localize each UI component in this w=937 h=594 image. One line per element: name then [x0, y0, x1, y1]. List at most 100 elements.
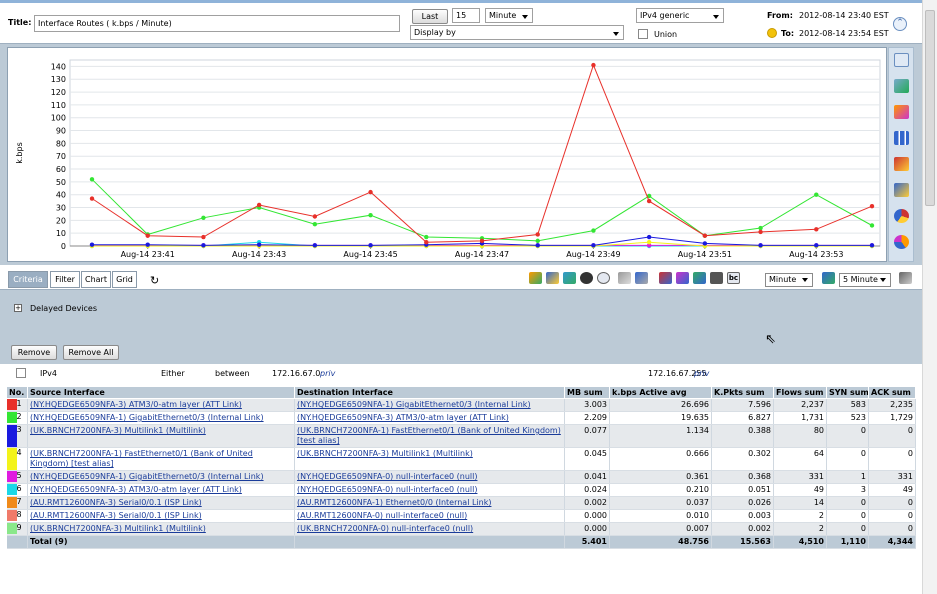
col-header-kpkts-sum[interactable]: K.Pkts sum: [711, 386, 774, 399]
col-header-source[interactable]: Source Interface: [27, 386, 295, 399]
filter-row: IPv4 Either between 172.16.67.0 priv 172…: [0, 364, 922, 383]
destination-interface-link[interactable]: (AU.RMT12600NFA-1) Ethernet0/0 (Internal…: [297, 498, 491, 507]
syn-sum-cell: 1: [826, 470, 869, 484]
ip-version-select[interactable]: IPv4 generic: [636, 8, 724, 23]
tab-filter[interactable]: Filter: [50, 271, 80, 288]
remove-button[interactable]: Remove: [11, 345, 57, 360]
mb-sum-cell: 0.041: [564, 470, 610, 484]
options-icon[interactable]: [899, 272, 912, 284]
destination-interface-link[interactable]: (UK.BRNCH7200NFA-1) FastEthernet0/1 (Ban…: [297, 426, 561, 445]
last-button[interactable]: Last: [412, 9, 448, 24]
destination-interface-link[interactable]: (NY.HQEDGE6509NFA-1) GigabitEthernet0/3 …: [297, 400, 531, 409]
tab-toolbar: Criteria Filter Chart Grid ↻ bc Minute 5…: [0, 265, 922, 290]
3d-pie-chart-icon[interactable]: [894, 235, 909, 249]
table-row[interactable]: 5 (NY.HQEDGE6509NFA-1) GigabitEthernet0/3…: [6, 470, 916, 484]
row-number-cell: 6: [6, 483, 28, 497]
filter-checkbox[interactable]: [16, 368, 26, 378]
remove-all-button[interactable]: Remove All: [63, 345, 119, 360]
tab-chart[interactable]: Chart: [81, 271, 111, 288]
chevron-down-icon: [522, 15, 528, 19]
table-row[interactable]: 9 (UK.BRNCH7200NFA-3) Multilink1 (Multili…: [6, 522, 916, 536]
destination-interface-link[interactable]: (NY.HQEDGE6509NFA-0) null-interface0 (nu…: [297, 485, 477, 494]
col-header-mb-sum[interactable]: MB sum: [564, 386, 610, 399]
table-row[interactable]: 1 (NY.HQEDGE6509NFA-3) ATM3/0-atm layer (…: [6, 398, 916, 412]
display-by-select[interactable]: Display by: [410, 25, 624, 40]
destination-interface-link[interactable]: (AU.RMT12600NFA-0) null-interface0 (null…: [297, 511, 467, 520]
filter-icon[interactable]: [635, 272, 648, 284]
source-interface-cell: (UK.BRNCH7200NFA-3) Multilink1 (Multilin…: [27, 424, 295, 448]
title-input[interactable]: Interface Routes ( k.bps / Minute): [34, 15, 400, 32]
source-interface-link[interactable]: (UK.BRNCH7200NFA-1) FastEthernet0/1 (Ban…: [30, 449, 253, 468]
table-row[interactable]: 4 (UK.BRNCH7200NFA-1) FastEthernet0/1 (Ba…: [6, 447, 916, 471]
col-header-syn-sum[interactable]: SYN sum: [826, 386, 869, 399]
x-tick-label: Aug-14 23:53: [789, 250, 843, 259]
text-format-icon[interactable]: bc: [727, 272, 740, 284]
source-interface-link[interactable]: (AU.RMT12600NFA-3) Serial0/0.1 (ISP Link…: [30, 511, 202, 520]
data-point: [814, 192, 819, 197]
col-header-destination[interactable]: Destination Interface: [294, 386, 565, 399]
source-interface-link[interactable]: (NY.HQEDGE6509NFA-1) GigabitEthernet0/3 …: [30, 472, 264, 481]
info-icon[interactable]: [597, 272, 610, 284]
source-interface-link[interactable]: (NY.HQEDGE6509NFA-3) ATM3/0-atm layer (A…: [30, 400, 242, 409]
col-header-no[interactable]: No.: [6, 386, 28, 399]
destination-interface-link[interactable]: (UK.BRNCH7200NFA-0) null-interface0 (nul…: [297, 524, 473, 533]
stacked-chart-icon[interactable]: [894, 105, 909, 119]
row-number: 9: [16, 523, 22, 532]
table-row[interactable]: 7 (AU.RMT12600NFA-3) Serial0/0.1 (ISP Lin…: [6, 496, 916, 510]
destination-interface-link[interactable]: (UK.BRNCH7200NFA-3) Multilink1 (Multilin…: [297, 449, 473, 458]
network-icon[interactable]: [693, 272, 706, 284]
collapse-up-icon[interactable]: ⌃: [893, 17, 907, 31]
gauge-icon[interactable]: [580, 272, 593, 284]
source-interface-link[interactable]: (NY.HQEDGE6509NFA-1) GigabitEthernet0/3 …: [30, 413, 264, 422]
col-header-ack-sum[interactable]: ACK sum: [868, 386, 916, 399]
tab-grid[interactable]: Grid: [112, 271, 137, 288]
table-row[interactable]: 8 (AU.RMT12600NFA-3) Serial0/0.1 (ISP Lin…: [6, 509, 916, 523]
series-color-swatch: [6, 448, 17, 470]
time-unit-select[interactable]: Minute: [485, 8, 533, 23]
flag-icon[interactable]: [659, 272, 672, 284]
col-header-kbps-avg[interactable]: k.bps Active avg: [609, 386, 712, 399]
table-row[interactable]: 2 (NY.HQEDGE6509NFA-1) GigabitEthernet0/3…: [6, 411, 916, 425]
filter-ip-from-tag[interactable]: priv: [320, 369, 335, 378]
ip-version-value: IPv4 generic: [640, 11, 690, 20]
sum-icon[interactable]: [618, 272, 631, 284]
export-icon[interactable]: [529, 272, 542, 284]
unit-select[interactable]: Minute: [765, 273, 813, 287]
table-row[interactable]: 6 (NY.HQEDGE6509NFA-3) ATM3/0-atm layer (…: [6, 483, 916, 497]
source-interface-link[interactable]: (UK.BRNCH7200NFA-3) Multilink1 (Multilin…: [30, 426, 206, 435]
source-interface-link[interactable]: (AU.RMT12600NFA-3) Serial0/0.1 (ISP Link…: [30, 498, 202, 507]
stacked-bar-icon[interactable]: [894, 183, 909, 197]
interval-icon[interactable]: [822, 272, 835, 284]
source-interface-link[interactable]: (NY.HQEDGE6509NFA-3) ATM3/0-atm layer (A…: [30, 485, 242, 494]
y-tick-label: 60: [56, 165, 66, 174]
union-checkbox[interactable]: [638, 29, 648, 39]
refresh-icon[interactable]: ↻: [150, 274, 159, 287]
destination-interface-link[interactable]: (NY.HQEDGE6509NFA-0) null-interface0 (nu…: [297, 472, 477, 481]
expand-plus-icon[interactable]: +: [14, 304, 22, 312]
last-count-input[interactable]: 15: [452, 8, 480, 23]
ack-sum-cell: 331: [868, 470, 916, 484]
line-chart-icon[interactable]: [894, 53, 909, 67]
source-interface-link[interactable]: (UK.BRNCH7200NFA-3) Multilink1 (Multilin…: [30, 524, 206, 533]
col-header-flows-sum[interactable]: Flows sum: [773, 386, 827, 399]
report-icon[interactable]: [546, 272, 559, 284]
scrollbar-thumb[interactable]: [925, 10, 935, 206]
bar-chart-icon[interactable]: [894, 131, 909, 145]
row-number-cell: 9: [6, 522, 28, 536]
row-number: 6: [16, 484, 22, 493]
destination-interface-link[interactable]: (NY.HQEDGE6509NFA-3) ATM3/0-atm layer (A…: [297, 413, 509, 422]
row-number: 7: [16, 497, 22, 506]
flows-sum-cell: 2,237: [773, 398, 827, 412]
chart-settings-icon[interactable]: [676, 272, 689, 284]
table-view-icon[interactable]: [563, 272, 576, 284]
pie-chart-icon[interactable]: [894, 209, 909, 223]
table-row[interactable]: 3 (UK.BRNCH7200NFA-3) Multilink1 (Multili…: [6, 424, 916, 448]
filter-ip-to-tag[interactable]: priv: [694, 369, 709, 378]
chevron-down-icon: [880, 278, 886, 282]
area-chart-icon[interactable]: [894, 79, 909, 93]
3d-bar-chart-icon[interactable]: [894, 157, 909, 171]
vertical-scrollbar[interactable]: [922, 0, 937, 594]
interval-select[interactable]: 5 Minute: [839, 273, 891, 287]
monitor-icon[interactable]: [710, 272, 723, 284]
tab-criteria[interactable]: Criteria: [8, 271, 48, 288]
